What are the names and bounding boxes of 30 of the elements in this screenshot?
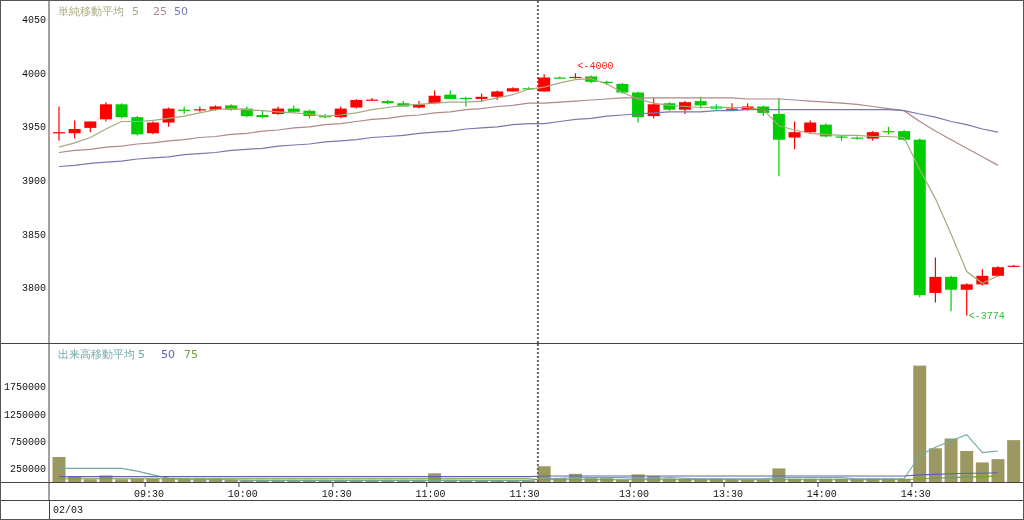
axis-label: 3800 <box>22 283 46 295</box>
time-label: 10:00 <box>227 489 258 500</box>
axis-label: 4000 <box>22 68 46 80</box>
legend-title: 出来高移動平均 <box>58 348 135 361</box>
price-marker: <-4000 <box>577 61 614 73</box>
time-label: 13:00 <box>619 489 650 500</box>
axis-label: 4050 <box>22 15 46 27</box>
legend-label: 25 <box>153 5 167 18</box>
time-label: 11:30 <box>509 489 540 500</box>
time-label: 14:30 <box>900 489 931 500</box>
axis-label: 1750000 <box>4 382 46 394</box>
legend-label: 5 <box>132 5 139 18</box>
axis-label: 3950 <box>22 122 46 134</box>
axis-label: 1250000 <box>4 409 46 421</box>
time-label: 09:30 <box>133 489 164 500</box>
legend-label: 50 <box>174 5 188 18</box>
time-label: 14:00 <box>806 489 837 500</box>
axis-label: 3850 <box>22 229 46 241</box>
price-marker: <-3774 <box>968 310 1005 322</box>
date-label: 02/03 <box>53 504 83 516</box>
axis-label: 250000 <box>10 463 46 475</box>
axis-label: 750000 <box>10 436 46 448</box>
time-label: 13:30 <box>712 489 743 500</box>
axis-label: 3900 <box>22 175 46 187</box>
time-label: 10:30 <box>321 489 352 500</box>
legend-label: 5 <box>138 348 145 361</box>
time-label: 11:00 <box>415 489 446 500</box>
legend-title: 単純移動平均 <box>58 5 124 18</box>
legend-label: 75 <box>184 348 198 361</box>
legend-label: 50 <box>161 348 175 361</box>
